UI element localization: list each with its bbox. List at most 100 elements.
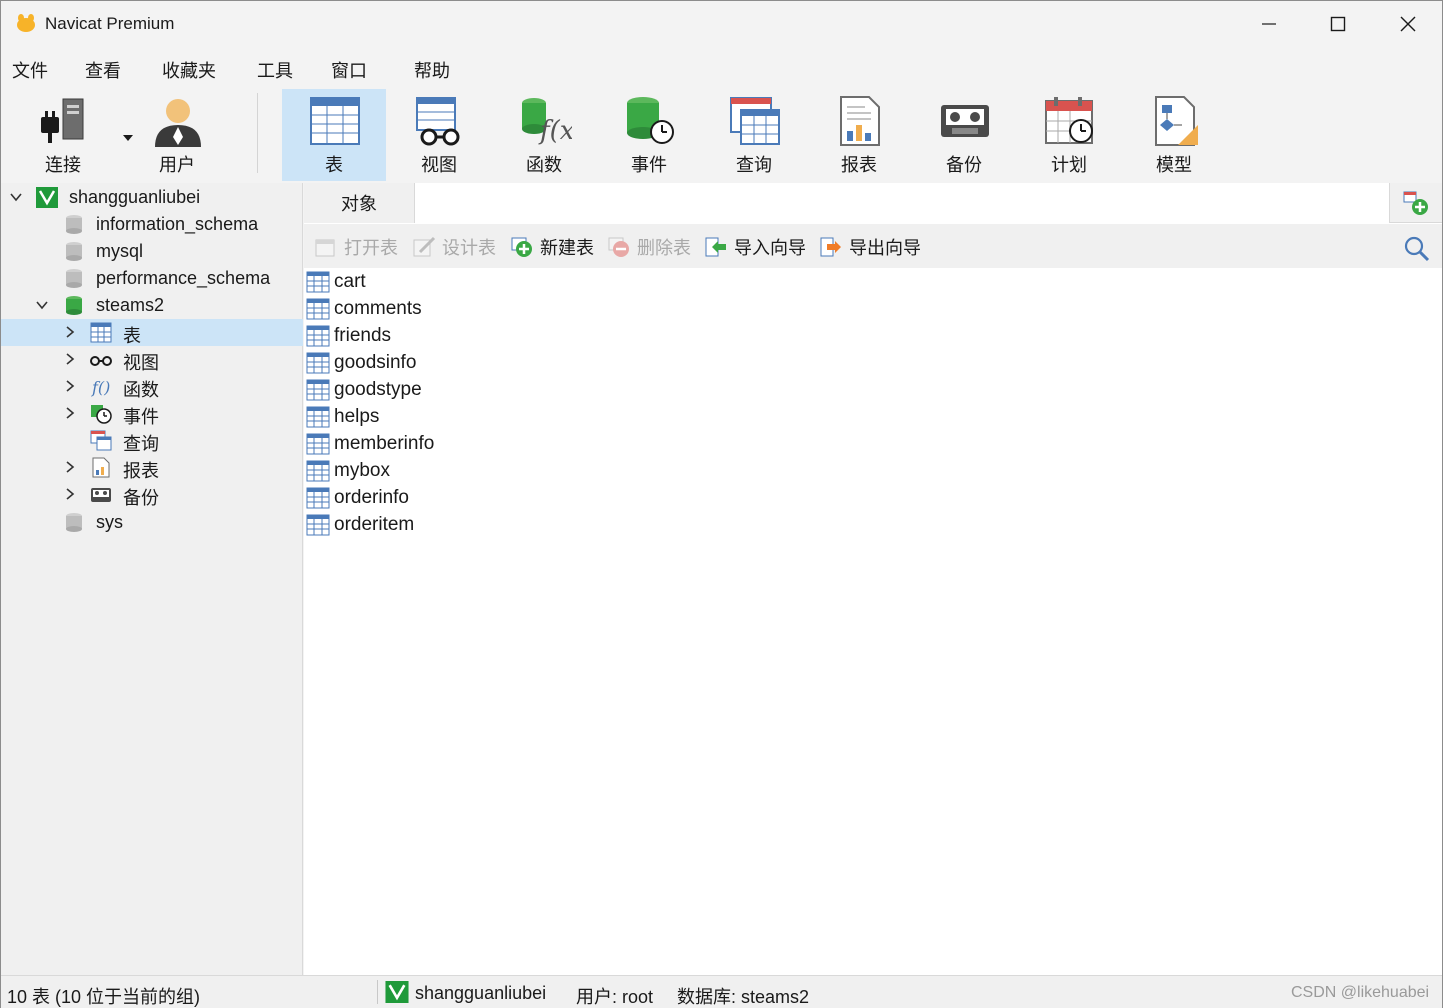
tree-item-views[interactable]: 视图 [1, 346, 303, 373]
tree-database-label: mysql [96, 241, 144, 261]
tree-item-functions[interactable]: f() 函数 [1, 373, 303, 400]
table-icon [306, 460, 330, 481]
window-title: Navicat Premium [45, 14, 175, 33]
tree-item-database[interactable]: mysql [1, 238, 303, 265]
add-tab-icon[interactable] [1402, 189, 1430, 217]
report-icon [92, 457, 110, 478]
chevron-down-icon[interactable] [35, 298, 49, 312]
tree-item-database[interactable]: sys [1, 509, 303, 536]
design-table-label: 设计表 [442, 238, 496, 258]
tree-item-database[interactable]: information_schema [1, 211, 303, 238]
view-glasses-icon [416, 97, 460, 146]
navicat-logo-icon [17, 14, 35, 32]
table-icon [90, 322, 112, 343]
schedule-calendar-icon [1045, 97, 1093, 144]
database-open-icon [66, 296, 82, 315]
schedule-button[interactable]: 计划 [1017, 89, 1121, 181]
new-table-button[interactable]: 新建表 [510, 234, 594, 260]
chevron-right-icon[interactable] [63, 406, 77, 420]
chevron-right-icon[interactable] [63, 352, 77, 366]
table-row[interactable]: goodstype [306, 376, 422, 403]
tree-item-tables[interactable]: 表 [1, 319, 303, 346]
close-button[interactable] [1373, 1, 1443, 47]
import-wizard-button[interactable]: 导入向导 [704, 234, 806, 260]
table-name: orderitem [334, 513, 415, 535]
import-icon [705, 237, 726, 257]
view-label: 视图 [421, 155, 457, 175]
table-icon [306, 325, 330, 346]
tree-item-reports[interactable]: 报表 [1, 454, 303, 481]
design-table-button[interactable]: 设计表 [412, 234, 496, 260]
menu-tools[interactable]: 工具 [257, 57, 293, 83]
mysql-connection-icon [385, 981, 409, 1003]
maximize-button[interactable] [1303, 1, 1373, 47]
minimize-button[interactable] [1234, 1, 1304, 47]
table-row[interactable]: friends [306, 322, 391, 349]
table-row[interactable]: mybox [306, 457, 390, 484]
tree-item-events[interactable]: 事件 [1, 400, 303, 427]
table-name: orderinfo [334, 486, 409, 508]
query-icon [90, 430, 112, 451]
query-button[interactable]: 查询 [702, 89, 806, 181]
backup-button[interactable]: 备份 [912, 89, 1016, 181]
table-button[interactable]: 表 [282, 89, 386, 181]
tree-item-connection[interactable]: shangguanliubei [1, 184, 303, 211]
table-name: mybox [334, 459, 390, 481]
tab-objects[interactable]: 对象 [304, 183, 414, 223]
open-table-button[interactable]: 打开表 [314, 234, 398, 260]
tree-tables-label: 表 [123, 326, 141, 346]
function-fx-icon: f(x) [522, 98, 572, 146]
view-button[interactable]: 视图 [387, 89, 491, 181]
table-row[interactable]: cart [306, 268, 366, 295]
event-clock-icon [91, 405, 112, 424]
design-pencil-icon [413, 236, 436, 257]
search-icon[interactable] [1404, 236, 1430, 262]
menu-file[interactable]: 文件 [12, 57, 48, 83]
menu-window[interactable]: 窗口 [331, 57, 367, 83]
tree-item-queries[interactable]: 查询 [1, 427, 303, 454]
menu-favorites[interactable]: 收藏夹 [162, 57, 216, 83]
table-icon [310, 97, 360, 145]
function-fx-icon: f() [91, 378, 110, 397]
object-toolbar: 打开表 设计表 新建表 删除表 导入向导 导出向导 [304, 224, 1442, 268]
user-label: 用户 [159, 155, 195, 175]
function-button[interactable]: f(x) 函数 [492, 89, 596, 181]
export-wizard-label: 导出向导 [849, 238, 921, 258]
chevron-right-icon[interactable] [63, 460, 77, 474]
table-row[interactable]: helps [306, 403, 379, 430]
backup-label: 备份 [946, 155, 982, 175]
status-user: 用户: root [576, 987, 654, 1007]
table-row[interactable]: orderinfo [306, 484, 409, 511]
export-icon [820, 237, 841, 257]
table-label: 表 [325, 155, 343, 175]
table-icon [306, 406, 330, 427]
event-clock-icon [627, 97, 674, 144]
model-button[interactable]: 模型 [1122, 89, 1226, 181]
chevron-down-icon[interactable] [9, 190, 23, 204]
title-bar: Navicat Premium [1, 1, 1442, 47]
delete-table-button[interactable]: 删除表 [607, 234, 691, 260]
database-icon [66, 242, 82, 261]
report-button[interactable]: 报表 [807, 89, 911, 181]
chevron-right-icon[interactable] [63, 379, 77, 393]
user-button[interactable]: 用户 [125, 89, 229, 181]
tree-views-label: 视图 [123, 353, 159, 373]
import-wizard-label: 导入向导 [734, 238, 806, 258]
table-row[interactable]: goodsinfo [306, 349, 416, 376]
table-name: comments [334, 297, 422, 319]
event-button[interactable]: 事件 [597, 89, 701, 181]
tree-item-database-open[interactable]: steams2 [1, 292, 303, 319]
table-row[interactable]: comments [306, 295, 422, 322]
tree-database-label: information_schema [96, 214, 259, 234]
menu-view[interactable]: 查看 [85, 57, 121, 83]
table-row[interactable]: memberinfo [306, 430, 434, 457]
export-wizard-button[interactable]: 导出向导 [819, 234, 921, 260]
menu-help[interactable]: 帮助 [414, 57, 450, 83]
tree-item-database[interactable]: performance_schema [1, 265, 303, 292]
tree-item-backups[interactable]: 备份 [1, 481, 303, 508]
chevron-right-icon[interactable] [63, 325, 77, 339]
table-row[interactable]: orderitem [306, 511, 414, 538]
connect-button[interactable]: 连接 [11, 89, 133, 181]
chevron-right-icon[interactable] [63, 487, 77, 501]
tree-connection-label: shangguanliubei [69, 187, 201, 207]
